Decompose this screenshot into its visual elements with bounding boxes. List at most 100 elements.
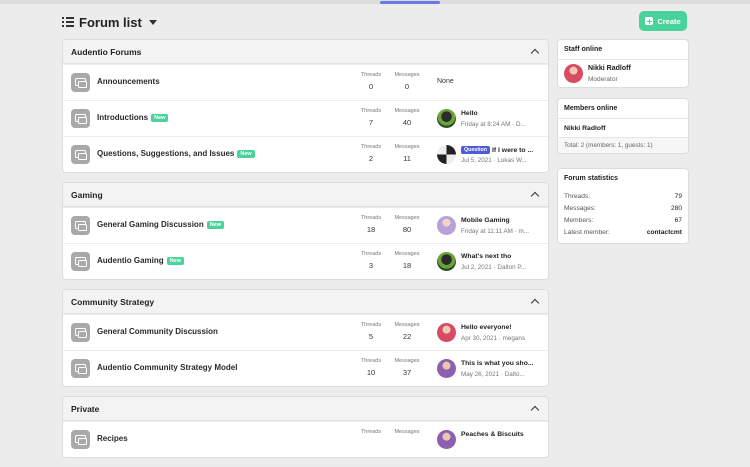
forum-title[interactable]: Questions, Suggestions, and Issues: [97, 149, 234, 158]
active-tab-indicator: [380, 1, 440, 4]
forum-node[interactable]: Audentio Community Strategy Model Thread…: [63, 350, 548, 386]
collapse-chevron-icon[interactable]: [530, 298, 540, 308]
member-link[interactable]: Nikki Radloff: [558, 119, 688, 138]
staff-online-block: Staff online Nikki Radloff Moderator: [557, 39, 689, 88]
staff-member[interactable]: Nikki Radloff Moderator: [558, 60, 688, 87]
threads-count: 0: [368, 82, 374, 91]
new-badge: New: [166, 256, 184, 265]
avatar[interactable]: [437, 430, 456, 449]
last-post: Question If I were to ... Jul 5, 2021 · L…: [437, 145, 547, 165]
avatar[interactable]: [437, 359, 456, 378]
last-post-title[interactable]: If I were to ...: [492, 147, 533, 154]
avatar[interactable]: [437, 109, 456, 128]
last-post-title[interactable]: Hello: [461, 110, 547, 117]
category-gaming: Gaming General Gaming Discussion New Thre…: [62, 182, 549, 280]
forum-title[interactable]: Audentio Gaming: [97, 256, 164, 265]
last-post-title[interactable]: What's next tho: [461, 253, 547, 260]
forum-title[interactable]: Introductions: [97, 113, 148, 122]
stat-label: Threads:: [564, 192, 591, 200]
last-post-meta[interactable]: Jul 2, 2021 · Dalton P...: [461, 264, 547, 271]
threads-label: Threads: [360, 322, 382, 328]
members-total: Total: 2 (members: 1, guests: 1): [558, 138, 688, 153]
last-post-title[interactable]: Peaches & Biscuits: [461, 431, 547, 438]
threads-count: 7: [368, 118, 374, 127]
category-header[interactable]: Community Strategy: [63, 290, 548, 314]
chevron-down-icon[interactable]: [148, 19, 157, 25]
messages-label: Messages: [394, 108, 420, 114]
threads-label: Threads: [360, 215, 382, 221]
last-post-meta[interactable]: Friday at 11:11 AM · m...: [461, 228, 547, 235]
last-post: None: [437, 73, 547, 93]
forum-title[interactable]: General Community Discussion: [97, 327, 218, 336]
latest-member-link[interactable]: contactcmt: [647, 229, 682, 236]
last-post-none: None: [437, 78, 454, 85]
threads-count: 10: [366, 368, 376, 377]
last-post: Peaches & Biscuits: [437, 430, 547, 450]
category-community-strategy: Community Strategy General Community Dis…: [62, 289, 549, 387]
avatar[interactable]: [437, 323, 456, 342]
threads-label: Threads: [360, 144, 382, 150]
messages-count: 18: [402, 261, 412, 270]
page-title[interactable]: Forum list: [79, 15, 142, 30]
category-header[interactable]: Audentio Forums: [63, 40, 548, 64]
top-bar: [0, 0, 750, 4]
forum-chat-icon: [71, 323, 90, 342]
avatar[interactable]: [564, 64, 583, 83]
staff-name[interactable]: Nikki Radloff: [588, 65, 631, 72]
forum-node[interactable]: Announcements Threads 0 Messages 0 None: [63, 64, 548, 100]
stat-value: 79: [674, 192, 682, 200]
new-badge: New: [237, 149, 255, 158]
stat-row: Messages: 280: [564, 202, 682, 214]
last-post-title[interactable]: Hello everyone!: [461, 324, 547, 331]
avatar[interactable]: [437, 145, 456, 164]
last-post: Hello everyone! Apr 30, 2021 · megans: [437, 323, 547, 343]
collapse-chevron-icon[interactable]: [530, 48, 540, 58]
forum-node[interactable]: Questions, Suggestions, and Issues New Th…: [63, 136, 548, 172]
staff-role: Moderator: [588, 76, 618, 83]
page-header: Forum list: [62, 11, 157, 33]
last-post: Mobile Gaming Friday at 11:11 AM · m...: [437, 216, 547, 236]
category-title[interactable]: Gaming: [71, 190, 103, 200]
last-post-meta[interactable]: Jul 5, 2021 · Lukas W...: [461, 157, 547, 164]
last-post-title[interactable]: Mobile Gaming: [461, 217, 547, 224]
forum-list: Audentio Forums Announcements Threads 0 M…: [62, 39, 549, 467]
forum-title[interactable]: Recipes: [97, 434, 128, 443]
forum-node[interactable]: General Gaming Discussion New Threads 18 M…: [63, 207, 548, 243]
forum-node[interactable]: Audentio Gaming New Threads 3 Messages 18 W…: [63, 243, 548, 279]
messages-label: Messages: [394, 144, 420, 150]
forum-node[interactable]: Recipes Threads Messages Peaches & Biscu…: [63, 421, 548, 457]
create-button[interactable]: Create: [639, 11, 687, 31]
last-post-title-row[interactable]: Question If I were to ...: [461, 146, 547, 154]
avatar[interactable]: [437, 252, 456, 271]
forum-title[interactable]: Audentio Community Strategy Model: [97, 363, 237, 372]
last-post-meta[interactable]: May 26, 2021 · Dalto...: [461, 371, 547, 378]
messages-count: 40: [402, 118, 412, 127]
avatar[interactable]: [437, 216, 456, 235]
stat-row: Members: 67: [564, 214, 682, 226]
category-title[interactable]: Community Strategy: [71, 297, 154, 307]
forum-title[interactable]: Announcements: [97, 77, 160, 86]
last-post: Hello Friday at 8:24 AM · D...: [437, 109, 547, 129]
forum-title[interactable]: General Gaming Discussion: [97, 220, 204, 229]
forum-chat-icon: [71, 252, 90, 271]
stat-label: Latest member:: [564, 228, 610, 236]
stat-value: 67: [674, 216, 682, 224]
last-post-title[interactable]: This is what you sho...: [461, 360, 547, 367]
category-header[interactable]: Private: [63, 397, 548, 421]
last-post-meta[interactable]: Friday at 8:24 AM · D...: [461, 121, 547, 128]
collapse-chevron-icon[interactable]: [530, 405, 540, 415]
stat-row: Threads: 79: [564, 190, 682, 202]
messages-label: Messages: [394, 251, 420, 257]
forum-node[interactable]: General Community Discussion Threads 5 Me…: [63, 314, 548, 350]
stat-label: Messages:: [564, 204, 596, 212]
category-audentio-forums: Audentio Forums Announcements Threads 0 M…: [62, 39, 549, 173]
collapse-chevron-icon[interactable]: [530, 191, 540, 201]
last-post-meta[interactable]: Apr 30, 2021 · megans: [461, 335, 547, 342]
category-header[interactable]: Gaming: [63, 183, 548, 207]
category-title[interactable]: Private: [71, 404, 99, 414]
category-title[interactable]: Audentio Forums: [71, 47, 141, 57]
category-private: Private Recipes Threads Messages Peaches…: [62, 396, 549, 458]
forum-chat-icon: [71, 145, 90, 164]
new-badge: New: [206, 220, 225, 229]
forum-node[interactable]: Introductions New Threads 7 Messages 40 Hel…: [63, 100, 548, 136]
